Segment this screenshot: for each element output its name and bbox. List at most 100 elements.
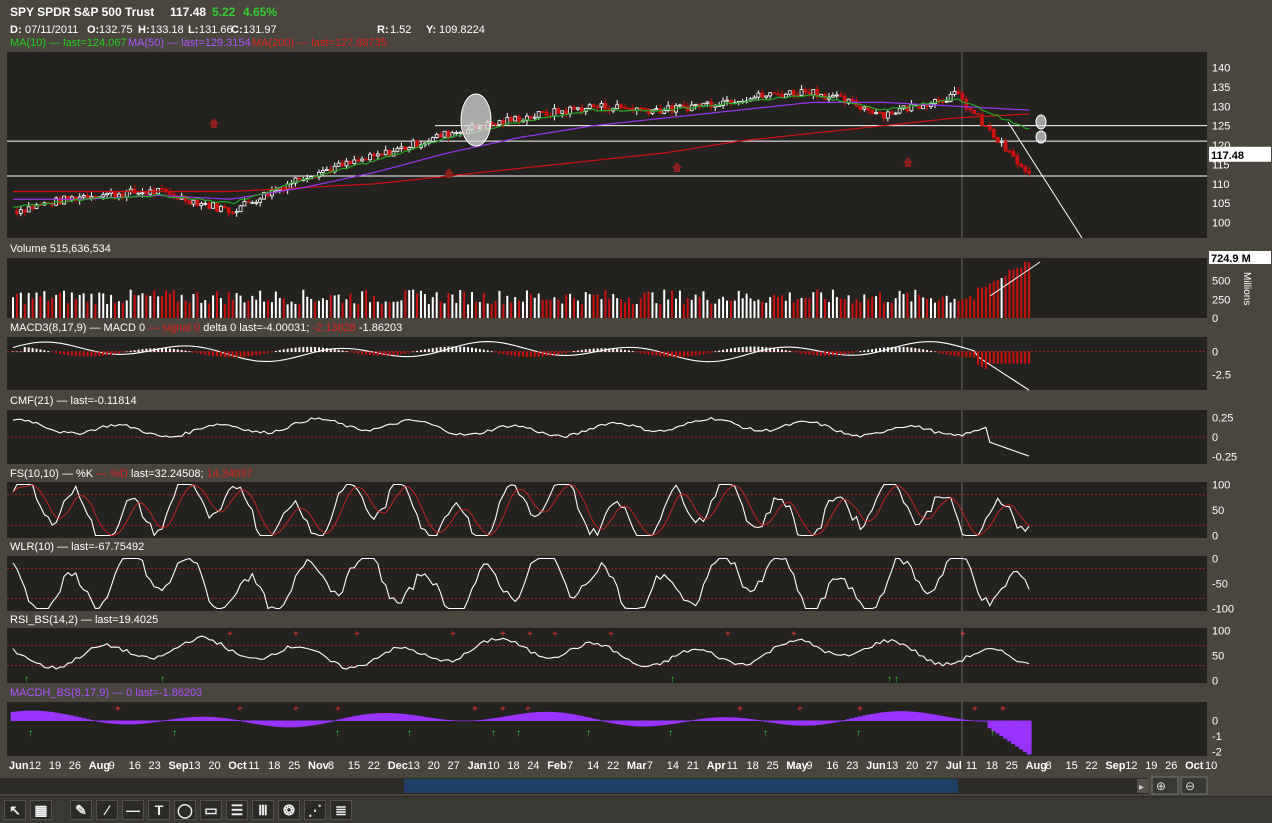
candle: [1023, 166, 1028, 172]
macd-histogram-bar: [918, 348, 921, 353]
macd-histogram-bar: [761, 346, 764, 353]
rectangle-tool-button[interactable]: ▭: [200, 800, 222, 820]
x-tick-label: 10: [487, 760, 499, 772]
candle: [364, 158, 368, 161]
x-tick-label: 24: [527, 760, 539, 772]
zoom-out-button[interactable]: ⊖: [1180, 776, 1208, 795]
macd-histogram-bar: [345, 351, 348, 353]
buy-signal-marker: ↑: [586, 728, 591, 739]
macd-histogram-bar: [930, 350, 932, 353]
macd-histogram-bar: [800, 351, 803, 354]
macd-title-part: — MACD 0: [89, 322, 148, 334]
volume-bar: [988, 283, 991, 318]
macd-histogram-bar: [906, 347, 909, 353]
macd-histogram-bar: [816, 351, 819, 356]
cursor-tool-button[interactable]: ↖: [4, 800, 26, 820]
sell-signal-marker: +: [293, 629, 299, 640]
macd-histogram-bar: [828, 351, 830, 356]
volume-bar: [831, 289, 834, 318]
macd-histogram-bar: [557, 351, 560, 355]
volume-bar: [729, 300, 732, 318]
lines-tool-button[interactable]: ≣: [330, 800, 352, 820]
x-tick-label: 13: [408, 760, 420, 772]
x-tick-label: 15: [348, 760, 360, 772]
volume-bar: [977, 287, 980, 318]
volume-bar: [63, 290, 65, 318]
ellipse-tool-button[interactable]: ◯: [174, 800, 196, 820]
volume-bar: [702, 291, 705, 318]
volume-bar: [219, 298, 222, 318]
macd-histogram-bar: [977, 351, 980, 365]
candle: [113, 191, 117, 198]
macd-histogram-bar: [463, 346, 466, 353]
volume-bar: [290, 301, 293, 318]
candle: [595, 106, 600, 109]
macd-histogram-bar: [145, 348, 148, 353]
zoom-in-button[interactable]: ⊕: [1151, 776, 1179, 795]
macd-histogram-bar: [553, 351, 556, 356]
candle: [207, 202, 212, 209]
candle: [948, 94, 953, 102]
volume-bar: [165, 290, 167, 318]
volume-bar: [1008, 269, 1011, 318]
macd-histogram-bar: [404, 351, 407, 354]
macd-histogram-bar: [765, 347, 768, 353]
pen-tool-button[interactable]: ✎: [70, 800, 92, 820]
oscillator-tick-label: 0.25: [1212, 413, 1233, 425]
macd-histogram-bar: [1024, 351, 1027, 364]
low-value: 131.66: [199, 24, 233, 36]
candle: [780, 94, 784, 98]
horizontal-scrollbar[interactable]: ▸ ⊕ ⊖: [0, 776, 1208, 795]
x-tick-label: 16: [826, 760, 838, 772]
volume-bar: [192, 294, 195, 318]
candle: [81, 194, 86, 198]
candle: [642, 107, 647, 110]
hline-tool-button[interactable]: —: [122, 800, 144, 820]
volume-bar: [365, 289, 368, 318]
macd-histogram-bar: [863, 350, 866, 353]
volume-bar: [125, 300, 128, 318]
candle: [105, 192, 110, 196]
volume-bar: [278, 298, 281, 318]
x-tick-label: Apr: [707, 760, 727, 772]
x-tick-label: Sep: [168, 760, 188, 772]
macd-histogram-bar: [90, 351, 93, 357]
fib-tool-button[interactable]: ☰: [226, 800, 248, 820]
macd-histogram-bar: [74, 351, 77, 357]
candle: [564, 110, 569, 115]
fan-tool-button[interactable]: ⋰: [304, 800, 326, 820]
macd-histogram-bar: [710, 351, 713, 353]
volume-bar: [902, 293, 905, 318]
volume-bar: [961, 299, 964, 318]
x-tick-label: Jun: [9, 760, 29, 772]
macd-histogram-bar: [580, 349, 583, 353]
spiral-tool-button[interactable]: ❂: [278, 800, 300, 820]
oscillator-tick-label: 100: [1212, 626, 1230, 638]
candle: [497, 120, 502, 126]
candle: [191, 199, 196, 205]
macd-histogram-bar: [474, 348, 477, 353]
macd-histogram-bar: [227, 351, 230, 358]
candle: [160, 188, 164, 190]
volume-bar: [447, 292, 450, 318]
volume-bar: [149, 295, 152, 318]
macd-histogram-bar: [471, 347, 473, 353]
candle: [791, 90, 796, 96]
volume-bar: [247, 300, 250, 318]
macd-histogram-bar: [537, 351, 540, 357]
x-tick-label: 12: [1125, 760, 1137, 772]
sell-signal-marker: +: [552, 629, 558, 640]
crosshair-tool-button[interactable]: ▦: [30, 800, 52, 820]
gann-tool-button[interactable]: Ⅲ: [252, 800, 274, 820]
candle: [866, 106, 871, 111]
macd-histogram-bar: [643, 351, 646, 354]
macd-histogram-bar: [678, 351, 681, 358]
candle: [340, 162, 345, 167]
x-tick-label: 13: [188, 760, 200, 772]
text-tool-tool-button[interactable]: T: [148, 800, 170, 820]
macd-histogram-bar: [153, 348, 156, 353]
trendline-tool-button[interactable]: ⁄: [96, 800, 118, 820]
sell-signal-marker: +: [500, 629, 506, 640]
macd-histogram-bar: [63, 351, 65, 355]
scrollbar-thumb[interactable]: [404, 779, 958, 793]
